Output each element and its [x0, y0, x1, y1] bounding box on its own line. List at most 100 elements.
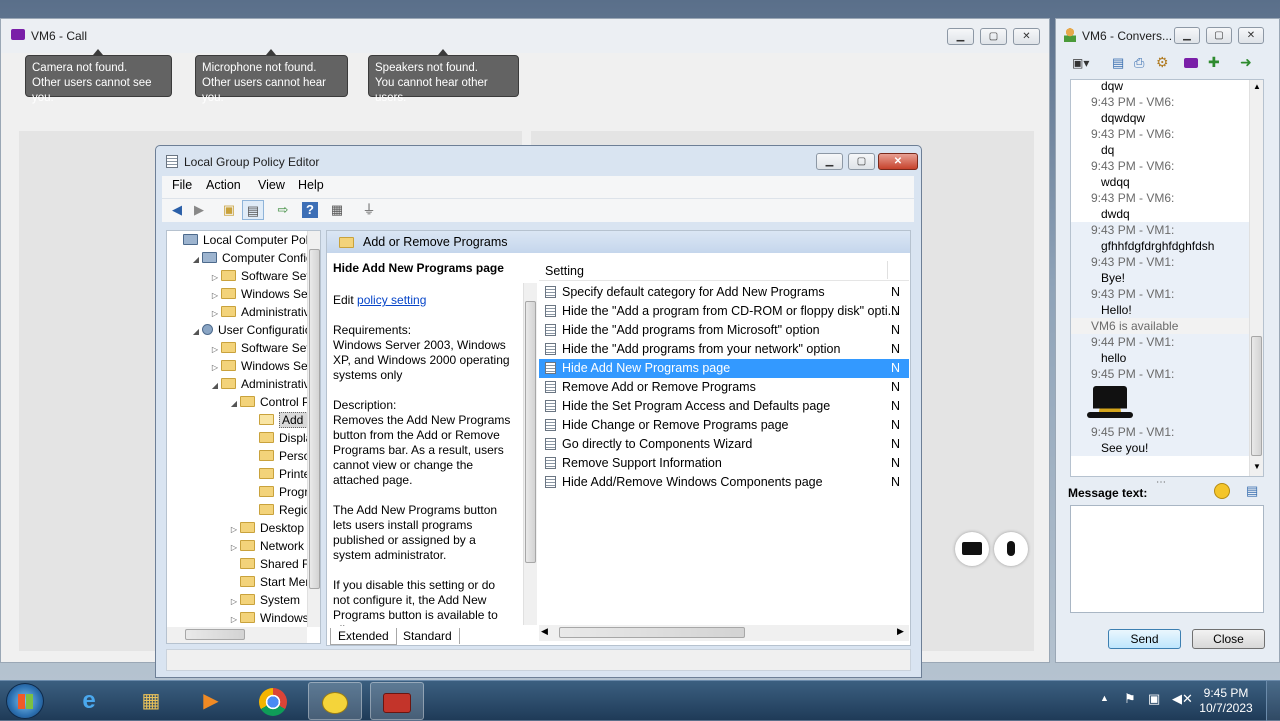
setting-row[interactable]: Hide Add/Remove Windows Components page N: [539, 473, 909, 492]
gpe-close-button[interactable]: ✕: [878, 153, 918, 170]
tree-item[interactable]: Start Menu: [167, 573, 319, 591]
call-title-bar[interactable]: VM6 - Call ▁ ▢ ✕: [1, 19, 1049, 53]
collapse-arrow-icon[interactable]: ◢: [228, 395, 240, 413]
filter-icon[interactable]: ⏚: [358, 200, 380, 220]
file-transfer-icon[interactable]: ⎙: [1134, 55, 1144, 71]
video-call-icon[interactable]: [1184, 58, 1198, 68]
tree-item[interactable]: Local Computer Polic: [167, 231, 317, 249]
tree-item[interactable]: ▷ Windows Sett: [167, 285, 314, 303]
media-player-icon[interactable]: ▶: [184, 682, 238, 720]
help-icon[interactable]: ?: [302, 202, 318, 218]
tree-item[interactable]: ◢ Administrative: [167, 375, 316, 393]
tree-item[interactable]: ▷ Network: [167, 537, 307, 555]
setting-row[interactable]: Remove Add or Remove Programs N: [539, 378, 909, 397]
description-scroll-thumb[interactable]: [525, 301, 536, 563]
setting-row[interactable]: Go directly to Components Wizard N: [539, 435, 909, 454]
ie-icon[interactable]: e: [62, 682, 116, 720]
close-conversation-button[interactable]: Close: [1192, 629, 1265, 649]
tree-item[interactable]: ▷ Software Setti: [167, 267, 316, 285]
show-desktop-button[interactable]: [1266, 681, 1280, 721]
tab-extended[interactable]: Extended: [330, 628, 397, 645]
maximize-button[interactable]: ▢: [980, 28, 1007, 45]
tree-item[interactable]: Add or: [167, 411, 320, 429]
settings-gear-icon[interactable]: ⚙: [1156, 54, 1169, 71]
tree-item[interactable]: Person: [167, 447, 317, 465]
minimize-button[interactable]: ▁: [947, 28, 974, 45]
tree-item[interactable]: ◢ Computer Config: [167, 249, 313, 269]
toolbox-icon[interactable]: [370, 682, 424, 720]
add-contact-icon[interactable]: ✚: [1208, 54, 1220, 71]
chat-scroll-thumb[interactable]: [1251, 336, 1262, 456]
conversation-close-button[interactable]: ✕: [1238, 27, 1264, 44]
tree-item[interactable]: ▷ Windows Sett: [167, 357, 314, 375]
emoticon-picker-icon[interactable]: [1214, 483, 1230, 499]
tree-hscroll-thumb[interactable]: [185, 629, 245, 640]
collapse-arrow-icon[interactable]: ◢: [190, 251, 202, 269]
scroll-right-arrow-icon[interactable]: ▶: [897, 626, 904, 637]
up-folder-icon[interactable]: ▣: [218, 200, 240, 220]
network-icon[interactable]: ▣: [1148, 691, 1160, 707]
back-arrow-icon[interactable]: ◀: [166, 200, 188, 220]
tree-item[interactable]: ▷ Administrative: [167, 303, 316, 321]
microphone-off-button[interactable]: [994, 532, 1028, 566]
explorer-icon[interactable]: ▦: [124, 682, 178, 720]
setting-row[interactable]: Hide the Set Program Access and Defaults…: [539, 397, 909, 416]
splitter-grip[interactable]: ⋯: [1156, 477, 1166, 488]
export-list-icon[interactable]: ⇨: [272, 200, 294, 220]
clock[interactable]: 9:45 PM 10/7/2023: [1196, 686, 1256, 716]
tree-item[interactable]: ◢ User Configuratio: [167, 321, 311, 341]
gpe-title-bar[interactable]: Local Group Policy Editor ▁ ▢ ✕: [156, 146, 921, 176]
show-hide-tree-icon[interactable]: ▤: [242, 200, 264, 220]
format-text-icon[interactable]: ▤: [1246, 483, 1258, 499]
settings-column-header[interactable]: Setting: [539, 259, 909, 281]
tree-item[interactable]: Region: [167, 501, 317, 519]
chrome-icon[interactable]: [246, 682, 300, 720]
close-button[interactable]: ✕: [1013, 28, 1040, 45]
camera-off-button[interactable]: [955, 532, 989, 566]
conversation-title-bar[interactable]: VM6 - Convers... ▁ ▢ ✕: [1056, 19, 1279, 51]
setting-row[interactable]: Hide Change or Remove Programs page N: [539, 416, 909, 435]
collapse-arrow-icon[interactable]: ◢: [190, 323, 202, 341]
tab-standard[interactable]: Standard: [396, 628, 460, 644]
tree-scroll-thumb[interactable]: [309, 249, 320, 589]
setting-row[interactable]: Hide the "Add programs from your network…: [539, 340, 909, 359]
tree-item[interactable]: ▷ Windows: [167, 609, 309, 627]
conversation-minimize-button[interactable]: ▁: [1174, 27, 1200, 44]
start-button[interactable]: [6, 683, 44, 719]
history-icon[interactable]: ▤: [1112, 55, 1124, 71]
show-hidden-icons-icon[interactable]: ▲: [1100, 693, 1109, 703]
display-options-icon[interactable]: ▣▾: [1072, 56, 1089, 70]
tree-item[interactable]: ▷ System: [167, 591, 307, 609]
leave-conversation-icon[interactable]: ➜: [1240, 54, 1252, 71]
menu-file[interactable]: File: [172, 178, 192, 192]
action-center-icon[interactable]: ⚑: [1124, 691, 1136, 707]
setting-row[interactable]: Hide Add New Programs page N: [539, 359, 909, 378]
menu-view[interactable]: View: [258, 178, 285, 192]
properties-icon[interactable]: ▦: [326, 200, 348, 220]
send-button[interactable]: Send: [1108, 629, 1181, 649]
policy-setting-link[interactable]: policy setting: [357, 293, 426, 307]
menu-action[interactable]: Action: [206, 178, 241, 192]
tree-item[interactable]: Progra: [167, 483, 315, 501]
tree-item[interactable]: Printer: [167, 465, 314, 483]
setting-row[interactable]: Hide the "Add programs from Microsoft" o…: [539, 321, 909, 340]
message-input[interactable]: [1070, 505, 1264, 613]
forward-arrow-icon[interactable]: ▶: [188, 200, 210, 220]
setting-row[interactable]: Remove Support Information N: [539, 454, 909, 473]
conversation-maximize-button[interactable]: ▢: [1206, 27, 1232, 44]
setting-row[interactable]: Hide the "Add a program from CD-ROM or f…: [539, 302, 909, 321]
setting-row[interactable]: Specify default category for Add New Pro…: [539, 283, 909, 302]
tree-item[interactable]: ▷ Desktop: [167, 519, 307, 537]
chat-scroll-up-icon[interactable]: ▲: [1253, 82, 1261, 91]
chat-icon[interactable]: [308, 682, 362, 720]
tree-item[interactable]: ▷ Software Setti: [167, 339, 316, 357]
gpe-maximize-button[interactable]: ▢: [848, 153, 875, 170]
tree-vertical-scrollbar[interactable]: [307, 231, 320, 627]
chat-scroll-down-icon[interactable]: ▼: [1253, 462, 1261, 471]
tree-item[interactable]: Shared Fol: [167, 555, 319, 573]
menu-help[interactable]: Help: [298, 178, 324, 192]
gpe-minimize-button[interactable]: ▁: [816, 153, 843, 170]
volume-muted-icon[interactable]: ◀✕: [1172, 691, 1193, 707]
chat-scrollbar[interactable]: ▲ ▼: [1249, 80, 1263, 476]
tree-item[interactable]: Display: [167, 429, 318, 447]
